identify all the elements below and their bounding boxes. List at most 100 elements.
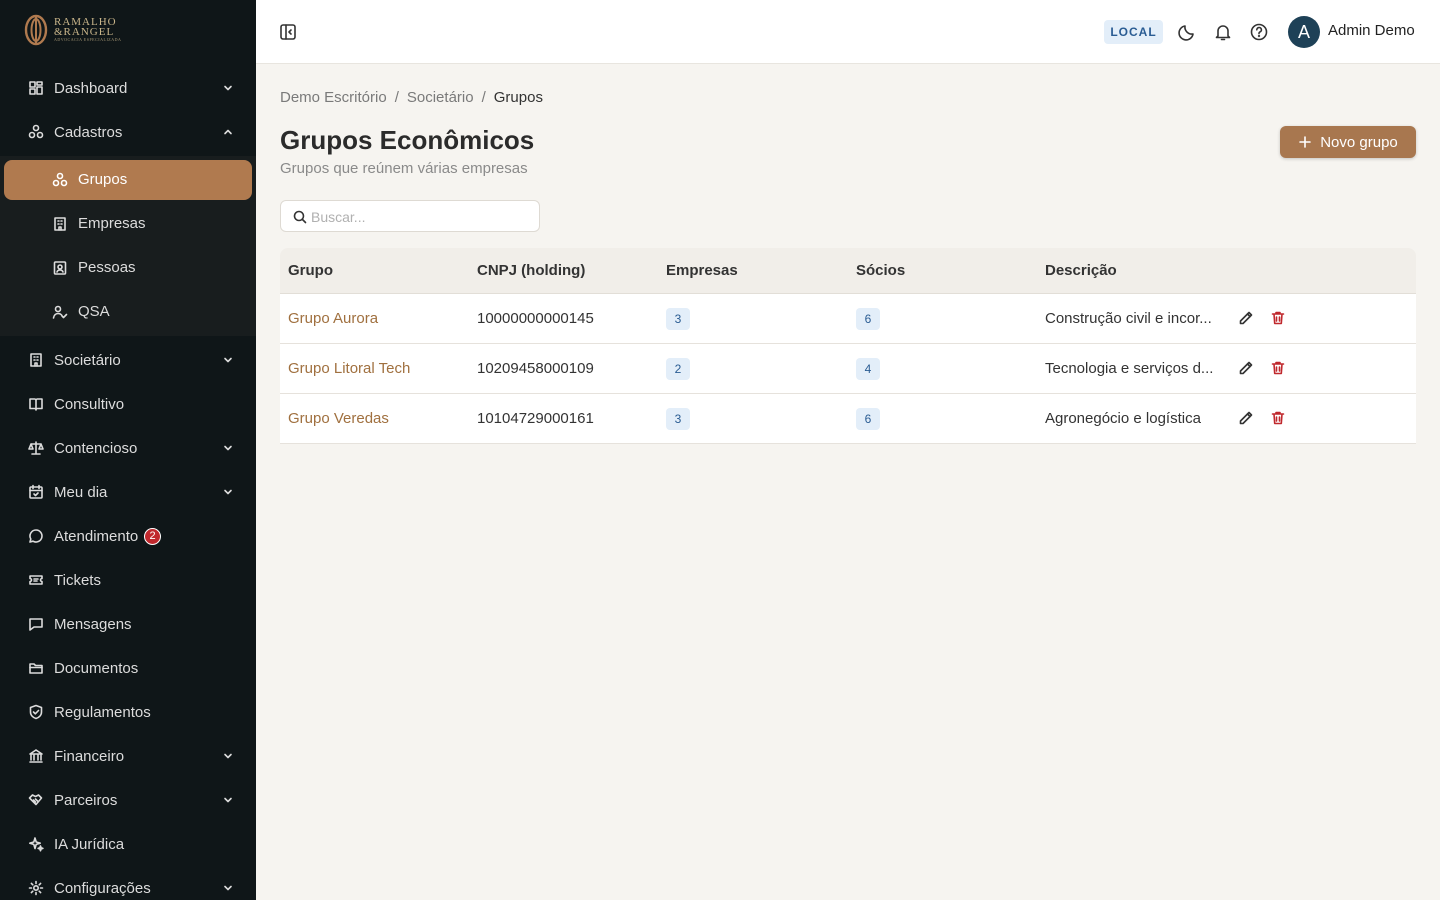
group-name-link[interactable]: Grupo Veredas [288,410,389,427]
sidebar-item-documentos[interactable]: Documentos [0,648,256,688]
dashboard-icon [29,81,43,95]
moon-icon[interactable] [1177,22,1197,42]
sidebar-item-label: Meu dia [54,483,108,501]
sidebar-item-cadastros[interactable]: Cadastros [0,112,256,152]
delete-trash-icon[interactable] [1270,410,1286,426]
breadcrumb-separator: / [394,89,399,106]
plus-icon [1299,136,1312,148]
logo-mark-icon [24,14,48,46]
sidebar-item-label: Documentos [54,659,139,677]
sidebar-item-label: Parceiros [54,791,118,809]
sidebar-subitem-label: QSA [78,303,110,320]
sidebar-item-label: Regulamentos [54,703,151,721]
breadcrumb-item[interactable]: Societário [407,89,474,106]
group-name-link[interactable]: Grupo Aurora [288,310,378,327]
edit-pencil-icon[interactable] [1238,360,1254,376]
socios-count-badge: 4 [856,358,880,380]
sidebar-subitem-pessoas[interactable]: Pessoas [0,248,256,288]
sidebar-subitem-label: Empresas [78,215,146,232]
sidebar-item-regulamentos[interactable]: Regulamentos [0,692,256,732]
chevron-down-icon [224,489,232,495]
table-row[interactable]: Grupo Aurora 10000000000145 3 6 Construç… [280,294,1416,344]
sidebar-item-label: Dashboard [54,79,128,97]
delete-trash-icon[interactable] [1270,310,1286,326]
sidebar-item-consultivo[interactable]: Consultivo [0,384,256,424]
edit-pencil-icon[interactable] [1238,410,1254,426]
gear-icon [28,880,44,896]
cnpj-cell: 10104729000161 [477,410,594,427]
sidebar-item-label: Consultivo [54,395,125,413]
scale-icon [28,441,44,455]
group-name-link[interactable]: Grupo Litoral Tech [288,360,410,377]
sidebar-item-dashboard[interactable]: Dashboard [0,68,256,108]
chevron-down-icon [224,797,232,803]
sidebar-item-configuracoes[interactable]: Configurações [0,868,256,900]
socios-count-badge: 6 [856,308,880,330]
sidebar-item-tickets[interactable]: Tickets [0,560,256,600]
notification-count-badge: 2 [144,528,161,545]
sidebar-subitem-empresas[interactable]: Empresas [0,204,256,244]
new-group-button-label: Novo grupo [1320,133,1398,151]
cadastros-submenu: Grupos Empresas Pessoas QSA [0,156,256,336]
empresas-count-badge: 2 [666,358,690,380]
breadcrumb: Demo Escritório / Societário / Grupos [280,89,543,106]
search-field [280,200,540,232]
sidebar-subitem-grupos[interactable]: Grupos [4,160,252,200]
page-title: Grupos Econômicos [280,125,535,155]
calendar-icon [29,484,43,499]
page-subtitle: Grupos que reúnem várias empresas [280,160,528,177]
sidebar-toggle-icon[interactable] [278,22,298,42]
sidebar-item-label: Financeiro [54,747,125,765]
socios-count-badge: 6 [856,408,880,430]
descricao-cell: Agronegócio e logística [1045,410,1201,427]
sidebar-item-societario[interactable]: Societário [0,340,256,380]
breadcrumb-item[interactable]: Demo Escritório [280,89,387,106]
cnpj-cell: 10000000000145 [477,310,594,327]
table-row[interactable]: Grupo Litoral Tech 10209458000109 2 4 Te… [280,344,1416,394]
sidebar-item-mensagens[interactable]: Mensagens [0,604,256,644]
book-icon [29,398,43,411]
sidebar-item-ia-juridica[interactable]: IA Jurídica [0,824,256,864]
chevron-up-icon [224,129,232,135]
table-row[interactable]: Grupo Veredas 10104729000161 3 6 Agroneg… [280,394,1416,444]
bank-icon [29,749,43,763]
brand-logo[interactable]: RAMALHO &RANGEL ADVOCACIA ESPECIALIZADA [24,12,121,48]
edit-pencil-icon[interactable] [1238,310,1254,326]
search-icon [293,210,307,224]
sidebar-item-meu-dia[interactable]: Meu dia [0,472,256,512]
help-circle-icon[interactable] [1249,22,1269,42]
bell-icon[interactable] [1213,22,1233,42]
sidebar-item-contencioso[interactable]: Contencioso [0,428,256,468]
groups-table: Grupo CNPJ (holding) Empresas Sócios Des… [280,248,1416,444]
sidebar-item-atendimento[interactable]: Atendimento 2 [0,516,256,556]
empresas-count-badge: 3 [666,308,690,330]
person-card-icon [53,261,67,275]
descricao-cell: Tecnologia e serviços d... [1045,360,1214,377]
chevron-down-icon [224,85,232,91]
sidebar-subitem-label: Pessoas [78,259,136,276]
cnpj-cell: 10209458000109 [477,360,594,377]
sidebar-item-label: IA Jurídica [54,835,125,853]
sidebar-item-label: Tickets [54,571,101,589]
empresas-count-badge: 3 [666,408,690,430]
column-header-cnpj[interactable]: CNPJ (holding) [477,262,585,279]
new-group-button[interactable]: Novo grupo [1280,126,1416,158]
search-input[interactable] [311,206,531,228]
breadcrumb-separator: / [481,89,486,106]
sidebar-item-financeiro[interactable]: Financeiro [0,736,256,776]
sidebar: RAMALHO &RANGEL ADVOCACIA ESPECIALIZADA … [0,0,256,900]
descricao-cell: Construção civil e incor... [1045,310,1212,327]
column-header-descricao[interactable]: Descrição [1045,262,1117,279]
delete-trash-icon[interactable] [1270,360,1286,376]
sidebar-item-parceiros[interactable]: Parceiros [0,780,256,820]
chevron-down-icon [224,357,232,363]
environment-badge: LOCAL [1104,20,1163,44]
groups-icon [52,172,68,187]
user-check-icon [52,305,68,319]
avatar[interactable]: A [1288,16,1320,48]
column-header-empresas[interactable]: Empresas [666,262,738,279]
sidebar-subitem-qsa[interactable]: QSA [0,292,256,332]
column-header-socios[interactable]: Sócios [856,262,905,279]
user-name[interactable]: Admin Demo [1328,22,1415,39]
column-header-grupo[interactable]: Grupo [288,262,333,279]
